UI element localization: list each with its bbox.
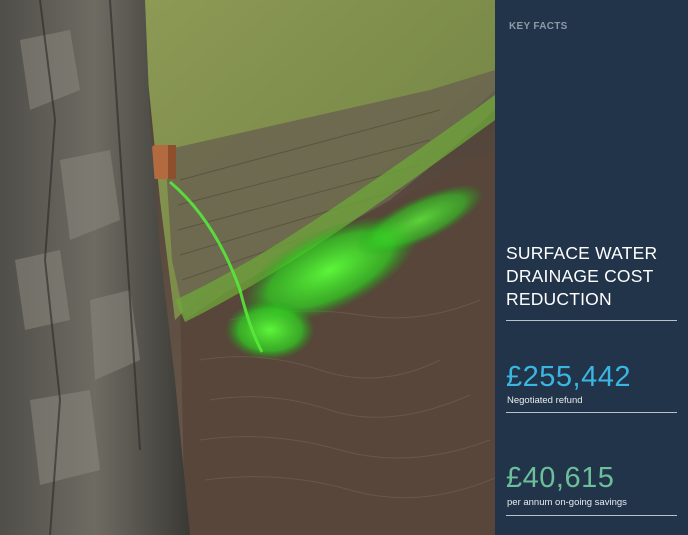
slide-title: SURFACE WATER DRAINAGE COST REDUCTION [506,243,658,309]
key-facts-panel: KEY FACTS SURFACE WATER DRAINAGE COST RE… [495,0,688,535]
divider [506,320,677,321]
key-facts-slide: KEY FACTS SURFACE WATER DRAINAGE COST RE… [0,0,688,535]
refund-amount: £255,442 [506,361,631,393]
refund-label: Negotiated refund [507,395,583,406]
divider [506,515,677,516]
drainage-photo [0,0,495,535]
divider [506,412,677,413]
savings-amount: £40,615 [506,462,615,494]
key-facts-heading: KEY FACTS [509,21,568,32]
savings-label: per annum on-going savings [507,497,627,508]
